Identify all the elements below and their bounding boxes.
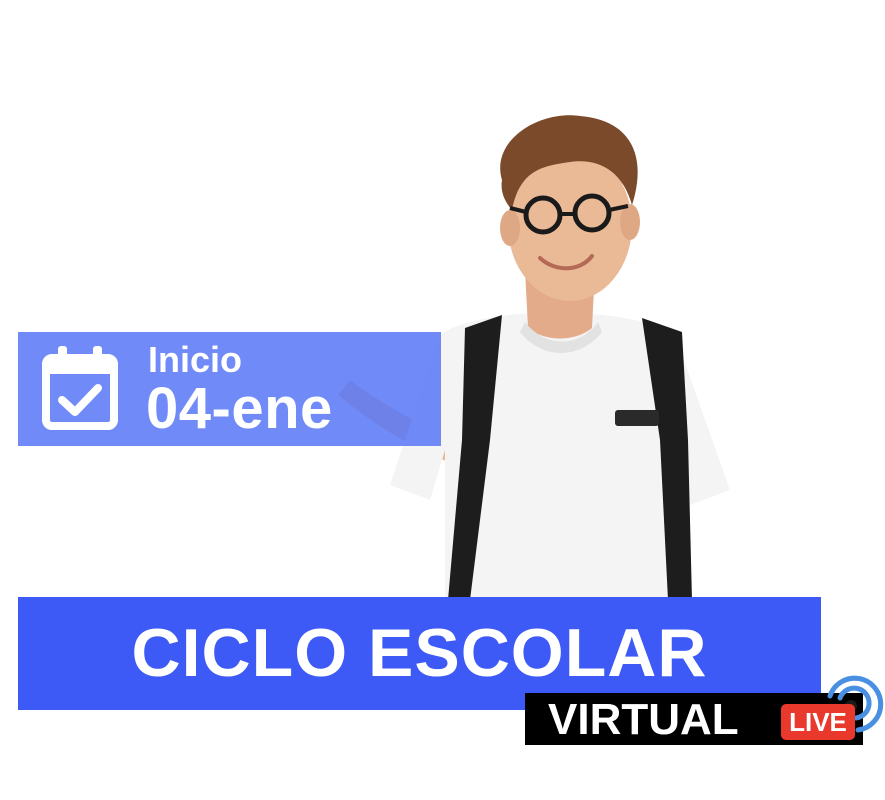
start-label: Inicio: [148, 339, 243, 380]
live-badge: LIVE: [781, 704, 855, 740]
calendar-check-icon: [42, 346, 118, 430]
course-title: CICLO ESCOLAR: [131, 615, 708, 691]
modality-label: VIRTUAL: [548, 695, 739, 744]
start-date: 04-ene: [146, 376, 333, 441]
